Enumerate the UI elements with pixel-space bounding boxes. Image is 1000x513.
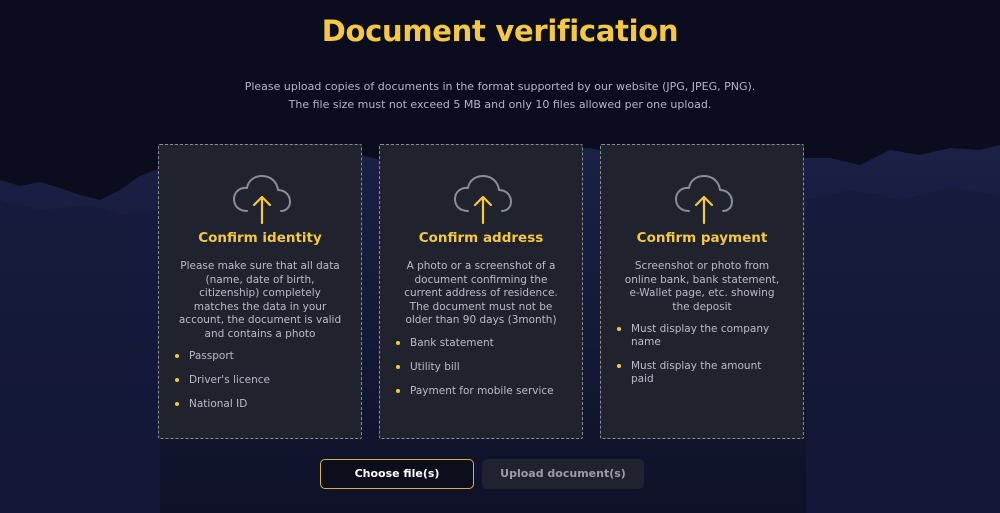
intro-text: Please upload copies of documents in the… xyxy=(0,78,1000,114)
cloud-upload-icon xyxy=(675,175,733,225)
bullet-dot-icon xyxy=(396,389,400,393)
list-item-label: Utility bill xyxy=(410,361,460,373)
list-item: Must display the amount paid xyxy=(617,360,795,397)
card-title: Confirm address xyxy=(418,230,544,246)
document-list: Bank statement Utility bill Payment for … xyxy=(396,337,574,409)
page-title: Document verification xyxy=(321,14,679,48)
list-item: Bank statement xyxy=(396,337,574,361)
list-item-label: name xyxy=(631,336,661,348)
desc-line: and contains a photo xyxy=(204,327,316,340)
bullet-dot-icon xyxy=(175,378,179,382)
list-item-label: Passport xyxy=(189,350,234,362)
list-item-label: Must display the company xyxy=(631,323,770,335)
list-item-label: paid xyxy=(631,373,654,385)
desc-line: document confirming the xyxy=(414,273,548,286)
bullet-dot-icon xyxy=(617,327,621,331)
verification-cards: Confirm identity Please make sure that a… xyxy=(158,144,806,441)
intro-line: Please upload copies of documents in the… xyxy=(244,80,756,93)
desc-line: older than 90 days (3month) xyxy=(405,314,557,326)
bullet-dot-icon xyxy=(175,402,179,406)
desc-line: Please make sure that all data xyxy=(180,260,340,272)
list-item-label: Bank statement xyxy=(410,337,494,349)
list-item: National ID xyxy=(175,398,353,422)
desc-line: account, the document is valid xyxy=(178,314,342,326)
choose-files-button[interactable]: Choose file(s) xyxy=(320,459,474,489)
desc-line: e-Wallet page, etc. showing xyxy=(629,287,775,299)
card-confirm-address[interactable]: Confirm address A photo or a screenshot … xyxy=(379,144,583,439)
desc-line: citizenship) completely xyxy=(199,287,321,299)
list-item: Must display the company name xyxy=(617,323,795,360)
upload-documents-button[interactable]: Upload document(s) xyxy=(482,459,644,489)
card-description: Please make sure that all data (name, da… xyxy=(173,260,347,341)
list-item: Driver's licence xyxy=(175,374,353,398)
card-description: Screenshot or photo from online bank, ba… xyxy=(615,260,789,314)
desc-line: online bank, bank statement, xyxy=(624,273,780,286)
list-item-label: Driver's licence xyxy=(189,374,270,386)
desc-line: A photo or a screenshot of a xyxy=(406,260,556,272)
card-title: Confirm identity xyxy=(198,230,322,246)
desc-line: current address of residence. xyxy=(404,287,558,299)
cloud-upload-icon xyxy=(454,175,512,225)
card-title: Confirm payment xyxy=(636,230,768,246)
requirement-list: Must display the company name Must displa… xyxy=(617,323,795,397)
list-item-label: National ID xyxy=(189,398,248,410)
list-item-label: Payment for mobile service xyxy=(410,385,554,397)
cloud-upload-icon xyxy=(233,175,291,225)
card-description: A photo or a screenshot of a document co… xyxy=(394,260,568,328)
card-confirm-identity[interactable]: Confirm identity Please make sure that a… xyxy=(158,144,362,439)
bullet-dot-icon xyxy=(396,341,400,345)
list-item: Utility bill xyxy=(396,361,574,385)
desc-line: Screenshot or photo from xyxy=(634,260,770,272)
desc-line: (name, date of birth, xyxy=(205,273,315,286)
list-item-label: Must display the amount xyxy=(631,360,762,372)
card-confirm-payment[interactable]: Confirm payment Screenshot or photo from… xyxy=(600,144,804,439)
desc-line: The document must not be xyxy=(409,300,553,313)
bullet-dot-icon xyxy=(175,354,179,358)
list-item: Passport xyxy=(175,350,353,374)
intro-line: The file size must not exceed 5 MB and o… xyxy=(288,98,712,111)
document-list: Passport Driver's licence National ID xyxy=(175,350,353,422)
bullet-dot-icon xyxy=(396,365,400,369)
bullet-dot-icon xyxy=(617,364,621,368)
desc-line: the deposit xyxy=(672,300,732,313)
desc-line: matches the data in your xyxy=(193,300,327,313)
list-item: Payment for mobile service xyxy=(396,385,574,409)
